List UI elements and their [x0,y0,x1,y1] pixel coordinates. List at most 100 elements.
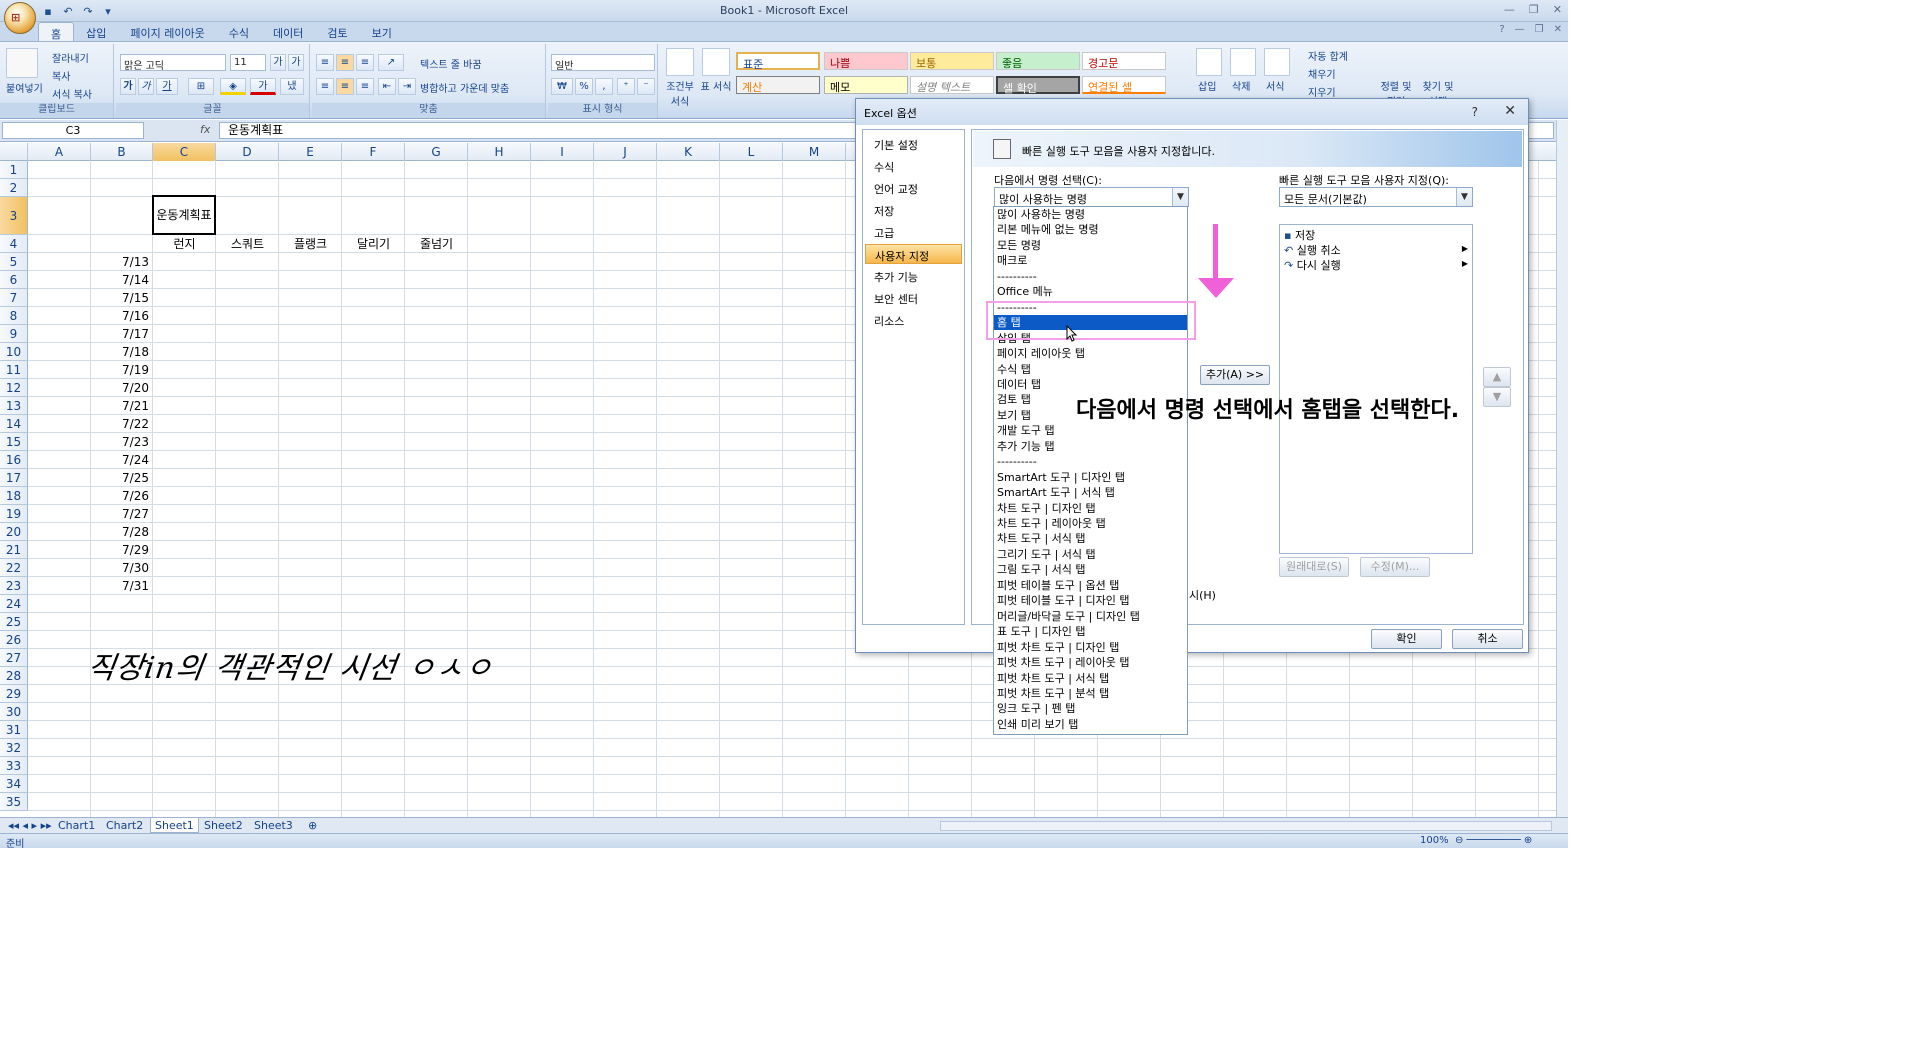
row-header-8[interactable]: 8 [0,307,28,325]
office-button[interactable]: ⊞ [4,2,36,34]
cell-c3-title[interactable]: 운동계획표 [152,195,216,235]
dropdown-item[interactable]: 차트 도구 | 디자인 탭 [994,501,1187,516]
row-header-4[interactable]: 4 [0,235,28,253]
dropdown-item[interactable]: 피벗 차트 도구 | 디자인 탭 [994,640,1187,655]
restore-icon[interactable]: ❐ [1529,3,1539,16]
table-format-button[interactable]: 표 서식 [700,78,732,93]
dropdown-item[interactable]: 피벗 테이블 도구 | 디자인 탭 [994,593,1187,608]
sheet-tab-sheet1[interactable]: Sheet1 [150,818,199,833]
align-top-icon[interactable]: ≡ [316,54,334,71]
copy-button[interactable]: 복사 [52,68,70,83]
row-header-12[interactable]: 12 [0,379,28,397]
underline-icon[interactable]: 가 [156,78,178,95]
phonetic-icon[interactable]: 냈 [280,78,304,95]
style-bad[interactable]: 나쁨 [824,52,908,70]
dropdown-item[interactable]: SmartArt 도구 | 서식 탭 [994,485,1187,500]
grow-font-icon[interactable]: 가 [270,54,286,71]
comma-icon[interactable]: , [595,78,613,95]
choose-commands-dropdown[interactable]: 많이 사용하는 명령 리본 메뉴에 없는 명령 모든 명령 매크로 ----------… [993,206,1188,735]
delete-cells-button[interactable]: 삭제 [1232,78,1250,93]
row-header-20[interactable]: 20 [0,523,28,541]
help-icon[interactable]: ? [1499,24,1504,35]
row-header-18[interactable]: 18 [0,487,28,505]
zoom-slider-icon[interactable]: ⊖ ───────── ⊕ [1455,835,1532,846]
move-down-icon[interactable]: ▼ [1483,387,1511,407]
date-cell[interactable]: 7/31 [91,577,149,595]
style-neutral[interactable]: 보통 [910,52,994,70]
row-header-31[interactable]: 31 [0,721,28,739]
row-header-15[interactable]: 15 [0,433,28,451]
vertical-scrollbar[interactable] [1556,120,1568,817]
style-good[interactable]: 좋음 [996,52,1080,70]
row-header-33[interactable]: 33 [0,757,28,775]
dropdown-item[interactable]: 많이 사용하는 명령 [994,207,1187,222]
dialog-help-icon[interactable]: ? [1472,105,1478,119]
doc-close-icon[interactable]: ✕ [1554,24,1562,35]
row-header-14[interactable]: 14 [0,415,28,433]
tab-view[interactable]: 보기 [360,22,404,42]
column-header-d[interactable]: D [216,143,279,161]
fill-color-icon[interactable]: ◈ [220,78,246,95]
options-nav-item[interactable]: 리소스 [865,310,962,330]
row-header-17[interactable]: 17 [0,469,28,487]
column-header-b[interactable]: B [91,143,153,161]
move-up-icon[interactable]: ▲ [1483,367,1511,387]
column-header-l[interactable]: L [720,143,783,161]
dropdown-item[interactable]: SmartArt 도구 | 디자인 탭 [994,470,1187,485]
dropdown-item[interactable]: 리본 메뉴에 없는 명령 [994,222,1187,237]
align-left-icon[interactable]: ≡ [316,78,334,95]
dropdown-item[interactable]: 머리글/바닥글 도구 | 디자인 탭 [994,609,1187,624]
sheet-tab-chart1[interactable]: Chart1 [54,818,99,833]
dropdown-item[interactable]: 차트 도구 | 서식 탭 [994,531,1187,546]
wrap-text-button[interactable]: 텍스트 줄 바꿈 [420,56,482,71]
header-cell[interactable]: 런지 [153,235,216,253]
modify-button[interactable]: 수정(M)... [1360,557,1430,577]
date-cell[interactable]: 7/29 [91,541,149,559]
row-header-29[interactable]: 29 [0,685,28,703]
dialog-close-icon[interactable]: ✕ [1504,103,1516,119]
currency-icon[interactable]: ₩ [551,78,573,95]
row-header-24[interactable]: 24 [0,595,28,613]
dropdown-item[interactable]: 매크로 [994,253,1187,268]
header-cell[interactable]: 스쿼트 [216,235,279,253]
font-name-combo[interactable]: 맑은 고딕 [120,54,226,72]
date-cell[interactable]: 7/13 [91,253,149,271]
dropdown-item[interactable]: Office 메뉴 [994,284,1187,299]
options-nav-item[interactable]: 보안 센터 [865,288,962,308]
align-center-icon[interactable]: ≡ [336,78,354,95]
increase-indent-icon[interactable]: ⇥ [398,78,416,95]
conditional-format-button[interactable]: 조건부 서식 [664,78,696,108]
row-header-30[interactable]: 30 [0,703,28,721]
align-bottom-icon[interactable]: ≡ [356,54,374,71]
date-cell[interactable]: 7/25 [91,469,149,487]
date-cell[interactable]: 7/28 [91,523,149,541]
row-header-7[interactable]: 7 [0,289,28,307]
bold-icon[interactable]: 가 [120,78,136,95]
row-header-11[interactable]: 11 [0,361,28,379]
number-format-combo[interactable]: 일반 [551,54,655,72]
choose-commands-combo[interactable]: 많이 사용하는 명령 ▼ [994,187,1189,207]
date-cell[interactable]: 7/15 [91,289,149,307]
doc-minimize-icon[interactable]: — [1515,24,1525,35]
row-header-9[interactable]: 9 [0,325,28,343]
column-header-a[interactable]: A [28,143,91,161]
options-nav-item[interactable]: 추가 기능 [865,266,962,286]
column-header-j[interactable]: J [594,143,657,161]
row-header-10[interactable]: 10 [0,343,28,361]
dropdown-item[interactable]: 피벗 테이블 도구 | 옵션 탭 [994,578,1187,593]
reset-button[interactable]: 원래대로(S) [1279,557,1349,577]
tab-insert[interactable]: 삽입 [74,22,118,42]
add-button[interactable]: 추가(A) >> [1200,365,1270,385]
options-nav-item[interactable]: 기본 설정 [865,134,962,154]
style-calculation[interactable]: 계산 [736,76,820,94]
row-header-22[interactable]: 22 [0,559,28,577]
row-header-34[interactable]: 34 [0,775,28,793]
paste-button[interactable]: 붙여넣기 [6,80,43,95]
row-header-25[interactable]: 25 [0,613,28,631]
column-header-c[interactable]: C [153,143,216,161]
select-all-corner[interactable] [0,143,28,161]
style-note[interactable]: 메모 [824,76,908,94]
row-header-5[interactable]: 5 [0,253,28,271]
row-header-16[interactable]: 16 [0,451,28,469]
delete-cells-icon[interactable] [1230,48,1256,76]
